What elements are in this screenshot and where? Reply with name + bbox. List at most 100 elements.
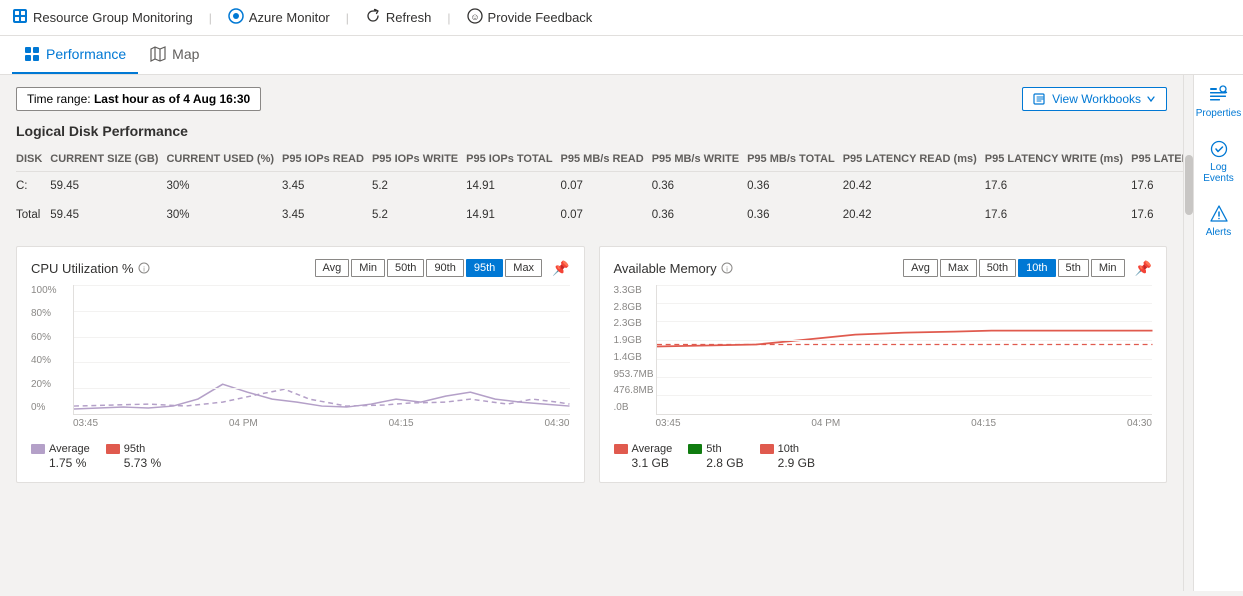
charts-row: CPU Utilization % i AvgMin50th90th95thMa… xyxy=(16,246,1167,483)
refresh-btn[interactable]: Refresh xyxy=(365,8,432,27)
azure-monitor-label: Azure Monitor xyxy=(249,10,330,25)
tab-map-label: Map xyxy=(172,46,199,62)
col-used: CURRENT USED (%) xyxy=(166,149,282,172)
cpu-btn-50th[interactable]: 50th xyxy=(387,259,424,277)
cpu-btn-min[interactable]: Min xyxy=(351,259,385,277)
tab-map[interactable]: Map xyxy=(138,36,211,74)
mem-btn-5th[interactable]: 5th xyxy=(1058,259,1089,277)
col-lat-read: P95 LATENCY READ (ms) xyxy=(843,149,985,172)
properties-label: Properties xyxy=(1196,108,1242,119)
view-workbooks-button[interactable]: View Workbooks xyxy=(1022,87,1167,111)
tab-performance[interactable]: Performance xyxy=(12,36,138,74)
time-range-button[interactable]: Time range: Last hour as of 4 Aug 16:30 xyxy=(16,87,261,111)
col-size: CURRENT SIZE (GB) xyxy=(50,149,166,172)
log-events-label: Log Events xyxy=(1194,162,1243,184)
memory-chart-card: Available Memory i AvgMax50th10th5thMin … xyxy=(599,246,1168,483)
cpu-chart-buttons: AvgMin50th90th95thMax xyxy=(315,259,543,277)
memory-chart-title: Available Memory i xyxy=(614,261,733,276)
performance-tab-icon xyxy=(24,46,40,62)
alerts-icon xyxy=(1209,204,1229,224)
cpu-info-icon: i xyxy=(138,262,150,274)
mem-5th-swatch xyxy=(688,444,702,454)
cpu-chart-area: 100%80%60%40%20%0% xyxy=(31,285,570,435)
col-iops-total: P95 IOPs TOTAL xyxy=(466,149,560,172)
memory-chart-plot xyxy=(656,285,1153,415)
rg-icon xyxy=(12,8,28,27)
resource-group-label: Resource Group Monitoring xyxy=(33,10,193,25)
mem-10th-swatch xyxy=(760,444,774,454)
map-tab-icon xyxy=(150,46,166,62)
chevron-down-icon xyxy=(1146,94,1156,104)
cpu-legend-avg: Average 1.75 % xyxy=(31,443,90,470)
cpu-chart-plot xyxy=(73,285,570,415)
refresh-icon xyxy=(365,8,381,27)
95th-swatch xyxy=(106,444,120,454)
cpu-x-labels: 03:4504 PM04:1504:30 xyxy=(73,415,570,435)
refresh-label: Refresh xyxy=(386,10,432,25)
right-sidebar: Properties Log Events Alerts xyxy=(1193,75,1243,591)
mem-legend-5th: 5th 2.8 GB xyxy=(688,443,743,470)
time-range-label: Time range: xyxy=(27,92,91,106)
cpu-chart-legend: Average 1.75 % 95th 5.73 % xyxy=(31,443,570,470)
mem-btn-50th[interactable]: 50th xyxy=(979,259,1016,277)
properties-btn[interactable]: Properties xyxy=(1196,85,1242,119)
cpu-legend-95th: 95th 5.73 % xyxy=(106,443,161,470)
cpu-btn-avg[interactable]: Avg xyxy=(315,259,350,277)
table-row: C:59.4530%3.455.214.910.070.360.3620.421… xyxy=(16,172,1183,201)
memory-y-labels: 3.3GB2.8GB2.3GB1.9GB1.4GB953.7MB476.8MB.… xyxy=(614,285,656,415)
col-lat-write: P95 LATENCY WRITE (ms) xyxy=(985,149,1131,172)
mem-avg-swatch xyxy=(614,444,628,454)
memory-chart-legend: Average 3.1 GB 5th 2.8 GB xyxy=(614,443,1153,470)
mem-btn-avg[interactable]: Avg xyxy=(903,259,938,277)
feedback-btn[interactable]: ☺ Provide Feedback xyxy=(467,8,593,27)
col-mbs-write: P95 MB/s WRITE xyxy=(652,149,747,172)
mem-legend-10th: 10th 2.9 GB xyxy=(760,443,815,470)
cpu-pin-icon[interactable]: 📌 xyxy=(552,260,569,277)
feedback-label: Provide Feedback xyxy=(488,10,593,25)
mem-btn-min[interactable]: Min xyxy=(1091,259,1125,277)
table-row: Total59.4530%3.455.214.910.070.360.3620.… xyxy=(16,201,1183,230)
monitor-icon xyxy=(228,8,244,27)
disk-section-title: Logical Disk Performance xyxy=(16,123,1167,139)
svg-text:☺: ☺ xyxy=(470,12,479,22)
memory-chart-buttons: AvgMax50th10th5thMin xyxy=(903,259,1124,277)
tab-performance-label: Performance xyxy=(46,46,126,62)
log-events-btn[interactable]: Log Events xyxy=(1194,139,1243,184)
tabs-bar: Performance Map xyxy=(0,36,1243,75)
disk-table: DISK CURRENT SIZE (GB) CURRENT USED (%) … xyxy=(16,149,1183,230)
time-range-bar: Time range: Last hour as of 4 Aug 16:30 … xyxy=(16,87,1167,111)
col-lat-total: P95 LATENCY TOTAL (r xyxy=(1131,149,1183,172)
time-range-value: Last hour as of 4 Aug 16:30 xyxy=(94,92,250,106)
scrollbar-thumb[interactable] xyxy=(1185,155,1193,215)
memory-chart-header: Available Memory i AvgMax50th10th5thMin … xyxy=(614,259,1153,277)
alerts-label: Alerts xyxy=(1206,227,1232,238)
memory-pin-icon[interactable]: 📌 xyxy=(1135,260,1152,277)
properties-icon xyxy=(1208,85,1228,105)
cpu-y-labels: 100%80%60%40%20%0% xyxy=(31,285,73,415)
cpu-chart-card: CPU Utilization % i AvgMin50th90th95thMa… xyxy=(16,246,585,483)
scrollbar-track[interactable] xyxy=(1183,75,1193,591)
azure-monitor-btn[interactable]: Azure Monitor xyxy=(228,8,330,27)
content-area: Time range: Last hour as of 4 Aug 16:30 … xyxy=(0,75,1183,591)
memory-x-labels: 03:4504 PM04:1504:30 xyxy=(656,415,1153,435)
cpu-chart-header: CPU Utilization % i AvgMin50th90th95thMa… xyxy=(31,259,570,277)
col-iops-read: P95 IOPs READ xyxy=(282,149,372,172)
cpu-btn-95th[interactable]: 95th xyxy=(466,259,503,277)
cpu-chart-svg xyxy=(74,285,570,414)
mem-btn-max[interactable]: Max xyxy=(940,259,977,277)
disk-section: Logical Disk Performance DISK CURRENT SI… xyxy=(16,123,1167,230)
col-mbs-total: P95 MB/s TOTAL xyxy=(747,149,843,172)
memory-chart-area: 3.3GB2.8GB2.3GB1.9GB1.4GB953.7MB476.8MB.… xyxy=(614,285,1153,435)
workbooks-icon xyxy=(1033,92,1047,106)
cpu-btn-max[interactable]: Max xyxy=(505,259,542,277)
memory-info-icon: i xyxy=(721,262,733,274)
mem-btn-10th[interactable]: 10th xyxy=(1018,259,1055,277)
col-mbs-read: P95 MB/s READ xyxy=(561,149,652,172)
cpu-chart-title: CPU Utilization % i xyxy=(31,261,150,276)
col-iops-write: P95 IOPs WRITE xyxy=(372,149,466,172)
avg-swatch xyxy=(31,444,45,454)
feedback-icon: ☺ xyxy=(467,8,483,27)
resource-group-monitoring-btn[interactable]: Resource Group Monitoring xyxy=(12,8,193,27)
alerts-btn[interactable]: Alerts xyxy=(1206,204,1232,238)
cpu-btn-90th[interactable]: 90th xyxy=(426,259,463,277)
